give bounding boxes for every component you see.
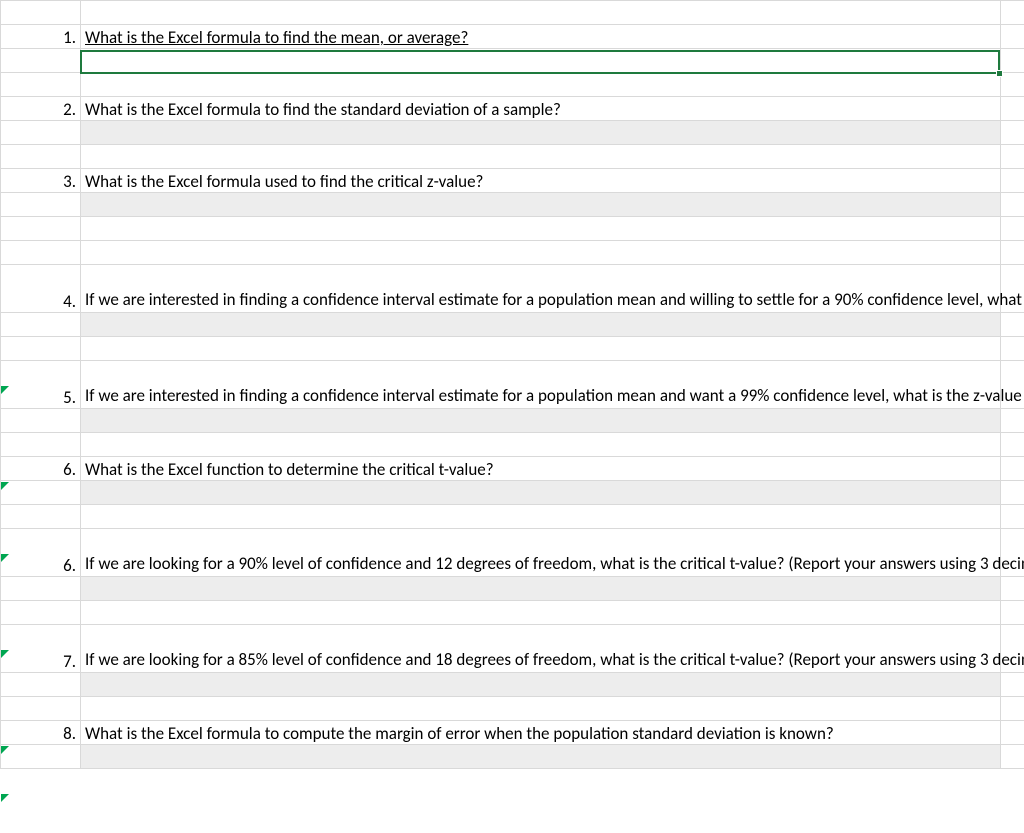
table-row[interactable]: 2. What is the Excel formula to find the… [1, 97, 1024, 121]
answer-cell[interactable] [81, 313, 1001, 337]
question-text[interactable]: If we are looking for a 90% level of con… [81, 529, 1001, 577]
cell[interactable] [1001, 721, 1024, 745]
cell[interactable] [1001, 97, 1024, 121]
table-row[interactable]: 8. What is the Excel formula to compute … [1, 721, 1024, 745]
cell[interactable] [81, 1, 1001, 25]
cell[interactable] [1001, 409, 1024, 433]
question-number[interactable]: 7. [1, 625, 81, 673]
cell[interactable] [1001, 481, 1024, 505]
table-row[interactable] [1, 193, 1024, 217]
question-text[interactable]: What is the Excel formula to compute the… [81, 721, 1001, 745]
table-row[interactable] [1, 217, 1024, 241]
table-row[interactable]: 5. If we are interested in finding a con… [1, 361, 1024, 409]
question-number[interactable]: 8. [1, 721, 81, 745]
table-row[interactable] [1, 505, 1024, 529]
cell[interactable] [1, 121, 81, 145]
cell[interactable] [1, 673, 81, 697]
table-row[interactable] [1, 697, 1024, 721]
table-row[interactable] [1, 241, 1024, 265]
cell[interactable] [1, 577, 81, 601]
table-row[interactable] [1, 673, 1024, 697]
cell[interactable] [1001, 25, 1024, 49]
table-row[interactable] [1, 601, 1024, 625]
table-row[interactable]: 6. What is the Excel function to determi… [1, 457, 1024, 481]
error-indicator-icon [1, 554, 9, 562]
table-row[interactable]: 1. What is the Excel formula to find the… [1, 25, 1024, 49]
cell[interactable] [1001, 1, 1024, 25]
answer-cell[interactable] [81, 481, 1001, 505]
question-number[interactable]: 2. [1, 97, 81, 121]
question-number[interactable]: 4. [1, 265, 81, 313]
answer-cell[interactable] [81, 577, 1001, 601]
cell[interactable] [1, 49, 81, 73]
question-text[interactable]: What is the Excel function to determine … [81, 457, 1001, 481]
cell[interactable] [1, 745, 81, 769]
answer-cell[interactable] [81, 745, 1001, 769]
cell[interactable] [1001, 313, 1024, 337]
cell[interactable] [1, 193, 81, 217]
question-number[interactable]: 6. [1, 457, 81, 481]
cell[interactable] [1, 313, 81, 337]
table-row[interactable]: 4. If we are interested in finding a con… [1, 265, 1024, 313]
cell[interactable] [1, 1, 81, 25]
table-row[interactable] [1, 1, 1024, 25]
question-number[interactable]: 3. [1, 169, 81, 193]
answer-cell[interactable] [81, 193, 1001, 217]
table-row[interactable] [1, 745, 1024, 769]
answer-cell[interactable] [81, 409, 1001, 433]
cell[interactable] [1001, 745, 1024, 769]
cell[interactable] [1001, 673, 1024, 697]
error-indicator-icon [1, 650, 9, 658]
error-indicator-icon [1, 482, 9, 490]
table-row[interactable] [1, 577, 1024, 601]
table-row[interactable] [1, 313, 1024, 337]
spreadsheet-grid[interactable]: 1. What is the Excel formula to find the… [0, 0, 1024, 769]
question-text[interactable]: If we are interested in finding a confid… [81, 361, 1001, 409]
table-row[interactable] [1, 433, 1024, 457]
question-text[interactable]: If we are interested in finding a confid… [81, 265, 1001, 313]
question-text[interactable]: If we are looking for a 85% level of con… [81, 625, 1001, 673]
table-row[interactable] [1, 481, 1024, 505]
table-row[interactable]: 7. If we are looking for a 85% level of … [1, 625, 1024, 673]
answer-cell[interactable] [81, 673, 1001, 697]
question-text[interactable]: What is the Excel formula used to find t… [81, 169, 1001, 193]
table-row[interactable] [1, 409, 1024, 433]
table-row[interactable]: 6. If we are looking for a 90% level of … [1, 529, 1024, 577]
table-row[interactable] [1, 49, 1024, 73]
cell[interactable] [1001, 49, 1024, 73]
question-text-span: What is the Excel formula to find the me… [85, 27, 468, 48]
table-row[interactable] [1, 145, 1024, 169]
question-number[interactable]: 5. [1, 361, 81, 409]
table-row[interactable] [1, 73, 1024, 97]
cell[interactable] [1001, 121, 1024, 145]
table-row[interactable] [1, 121, 1024, 145]
cell[interactable] [1001, 169, 1024, 193]
spreadsheet-sheet[interactable]: 1. What is the Excel formula to find the… [0, 0, 1024, 833]
question-number[interactable]: 6. [1, 529, 81, 577]
error-indicator-icon [1, 746, 9, 754]
fill-handle[interactable] [996, 70, 1003, 77]
table-row[interactable]: 3. What is the Excel formula used to fin… [1, 169, 1024, 193]
question-text[interactable]: What is the Excel formula to find the me… [81, 25, 1001, 49]
cell[interactable] [1, 481, 81, 505]
error-indicator-icon [1, 794, 9, 802]
table-row[interactable] [1, 337, 1024, 361]
question-number[interactable]: 1. [1, 25, 81, 49]
cell[interactable] [1001, 577, 1024, 601]
answer-cell[interactable] [81, 49, 1001, 73]
cell[interactable] [1, 409, 81, 433]
answer-cell[interactable] [81, 121, 1001, 145]
question-text[interactable]: What is the Excel formula to find the st… [81, 97, 1001, 121]
cell[interactable] [1001, 193, 1024, 217]
cell[interactable] [1001, 457, 1024, 481]
error-indicator-icon [1, 386, 9, 394]
